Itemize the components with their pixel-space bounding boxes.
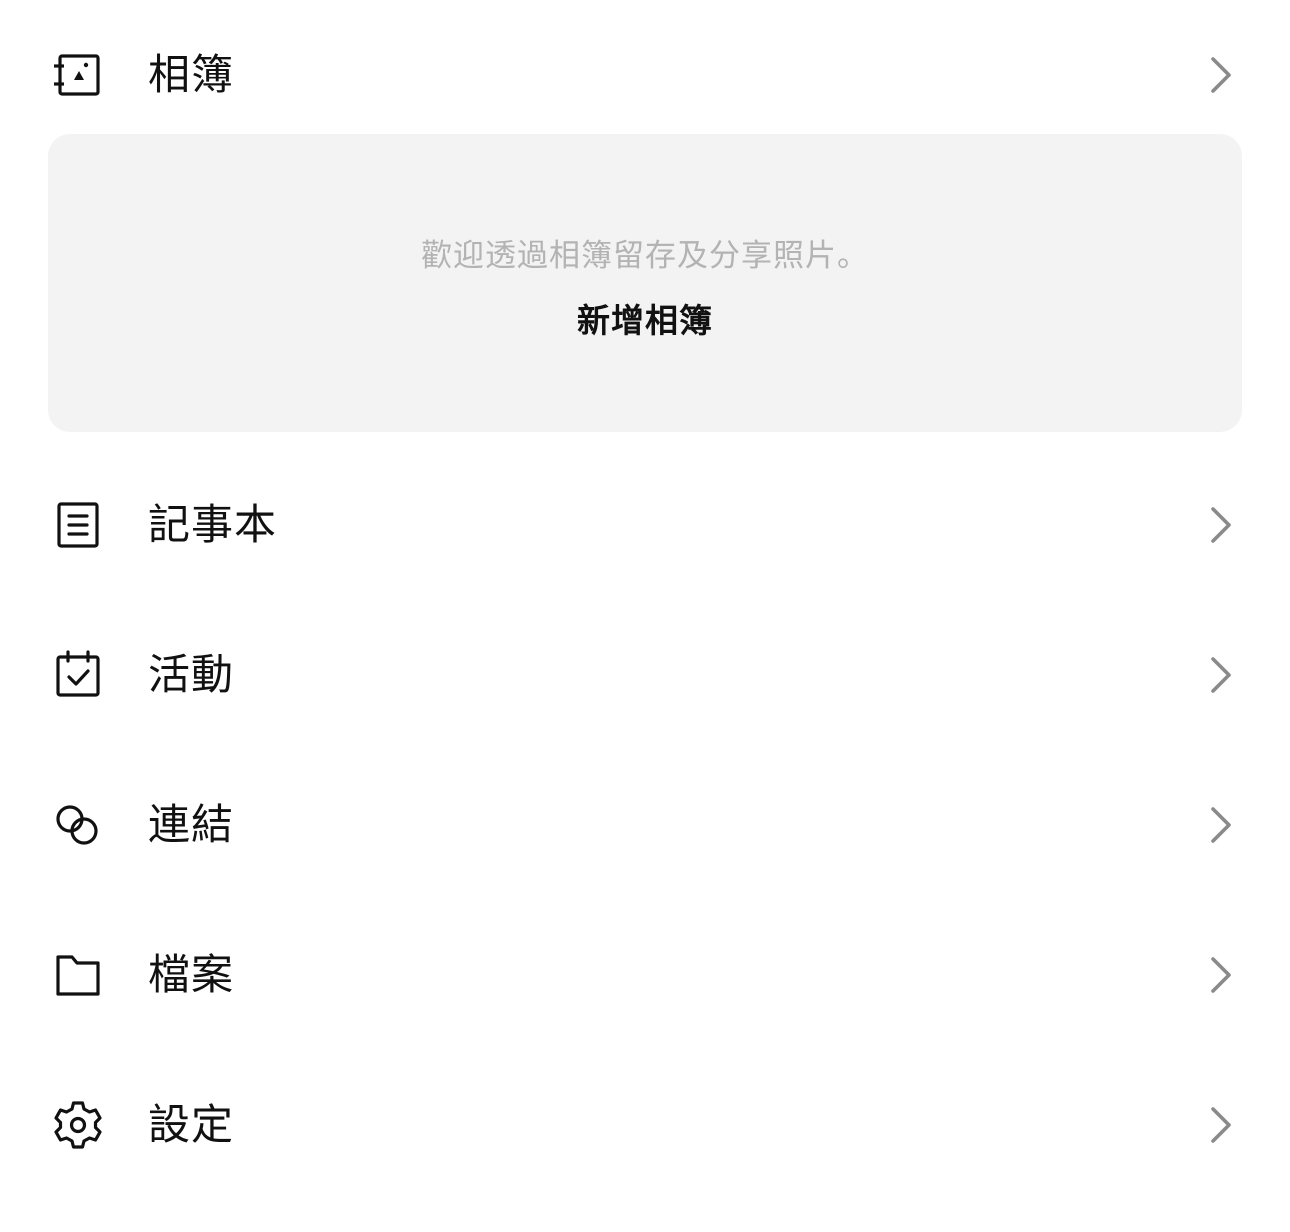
chevron-right-icon xyxy=(1198,803,1242,847)
menu-label-notes: 記事本 xyxy=(148,500,278,549)
menu-label-events: 活動 xyxy=(148,650,235,699)
chevron-right-icon xyxy=(1198,53,1242,97)
album-empty-card: 歡迎透過相簿留存及分享照片。 新增相簿 xyxy=(48,134,1242,432)
gear-icon xyxy=(52,1099,104,1151)
menu-label-settings: 設定 xyxy=(148,1100,235,1149)
chevron-right-icon xyxy=(1198,653,1242,697)
menu-row-events[interactable]: 活動 xyxy=(0,600,1290,750)
link-icon xyxy=(52,799,104,851)
menu-row-notes[interactable]: 記事本 xyxy=(0,450,1290,600)
folder-icon xyxy=(52,949,104,1001)
note-icon xyxy=(52,499,104,551)
chevron-right-icon xyxy=(1198,953,1242,997)
menu-label-links: 連結 xyxy=(148,800,235,849)
chevron-right-icon xyxy=(1198,503,1242,547)
album-icon xyxy=(52,49,104,101)
menu-row-links[interactable]: 連結 xyxy=(0,750,1290,900)
add-album-button[interactable]: 新增相簿 xyxy=(48,294,1242,342)
menu-row-albums[interactable]: 相簿 xyxy=(0,0,1290,150)
album-empty-hint: 歡迎透過相簿留存及分享照片。 xyxy=(421,238,869,274)
calendar-check-icon xyxy=(52,649,104,701)
menu-row-settings[interactable]: 設定 xyxy=(0,1050,1290,1200)
menu-label-files: 檔案 xyxy=(148,950,235,999)
menu-label-albums: 相簿 xyxy=(148,50,235,99)
menu-row-files[interactable]: 檔案 xyxy=(0,900,1290,1050)
chevron-right-icon xyxy=(1198,1103,1242,1147)
